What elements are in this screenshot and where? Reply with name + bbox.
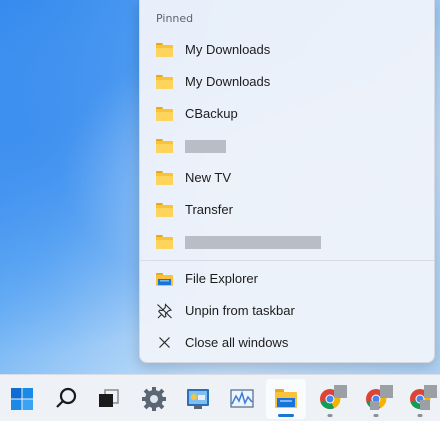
settings-button[interactable] xyxy=(134,379,174,419)
performance-monitor-icon xyxy=(230,389,254,408)
folder-icon xyxy=(156,74,173,90)
settings-icon xyxy=(142,387,166,411)
chrome-button-1[interactable] xyxy=(310,379,350,419)
file-explorer-taskbar-button[interactable] xyxy=(266,379,306,419)
close-icon xyxy=(156,335,173,351)
folder-icon xyxy=(156,138,173,154)
folder-icon xyxy=(156,42,173,58)
windows-start-icon xyxy=(11,388,33,410)
running-indicator xyxy=(327,414,333,417)
pinned-item-label: New TV xyxy=(185,170,231,185)
performance-monitor-button[interactable] xyxy=(222,379,262,419)
close-all-windows-label: Close all windows xyxy=(185,335,289,350)
pinned-item-redacted-1[interactable] xyxy=(144,130,432,162)
redacted-label xyxy=(185,236,321,249)
close-all-windows-action[interactable]: Close all windows xyxy=(144,327,432,359)
pinned-item-my-downloads[interactable]: My Downloads xyxy=(144,34,432,66)
chrome-icon xyxy=(410,385,437,410)
control-panel-icon xyxy=(187,389,209,409)
pinned-item-transfer[interactable]: Transfer xyxy=(144,194,432,226)
pinned-item-label: Transfer xyxy=(185,202,233,217)
unpin-icon xyxy=(156,303,173,319)
control-panel-button[interactable] xyxy=(178,379,218,419)
chrome-icon xyxy=(320,385,347,410)
file-explorer-action[interactable]: File Explorer xyxy=(144,263,432,295)
file-explorer-icon xyxy=(156,271,173,287)
chrome-button-3[interactable] xyxy=(400,379,440,419)
running-indicator xyxy=(373,414,379,417)
pinned-item-new-tv[interactable]: New TV xyxy=(144,162,432,194)
redacted-label xyxy=(185,140,226,153)
unpin-label: Unpin from taskbar xyxy=(185,303,295,318)
jump-list-menu: Pinned My Downloads My Downloads CBackup… xyxy=(139,0,435,363)
pinned-item-label: My Downloads xyxy=(185,42,271,57)
chrome-button-2[interactable] xyxy=(356,379,396,419)
search-icon xyxy=(56,387,77,408)
pinned-section-header: Pinned xyxy=(156,12,194,25)
pinned-item-my-downloads-2[interactable]: My Downloads xyxy=(144,66,432,98)
folder-icon xyxy=(156,234,173,250)
pinned-item-label: My Downloads xyxy=(185,74,271,89)
running-indicator xyxy=(417,414,423,417)
chrome-icon xyxy=(366,385,393,410)
taskbar xyxy=(0,374,440,421)
unpin-from-taskbar-action[interactable]: Unpin from taskbar xyxy=(144,295,432,327)
search-button[interactable] xyxy=(46,379,86,419)
folder-icon xyxy=(156,106,173,122)
folder-icon xyxy=(156,202,173,218)
pinned-item-redacted-2[interactable] xyxy=(144,226,432,258)
file-explorer-label: File Explorer xyxy=(185,271,258,286)
pinned-item-label: CBackup xyxy=(185,106,238,121)
file-explorer-icon xyxy=(275,389,297,408)
task-view-icon xyxy=(99,389,119,407)
folder-icon xyxy=(156,170,173,186)
task-view-button[interactable] xyxy=(88,379,128,419)
active-indicator xyxy=(278,414,294,417)
menu-divider xyxy=(140,260,434,261)
start-button[interactable] xyxy=(2,379,42,419)
pinned-item-cbackup[interactable]: CBackup xyxy=(144,98,432,130)
